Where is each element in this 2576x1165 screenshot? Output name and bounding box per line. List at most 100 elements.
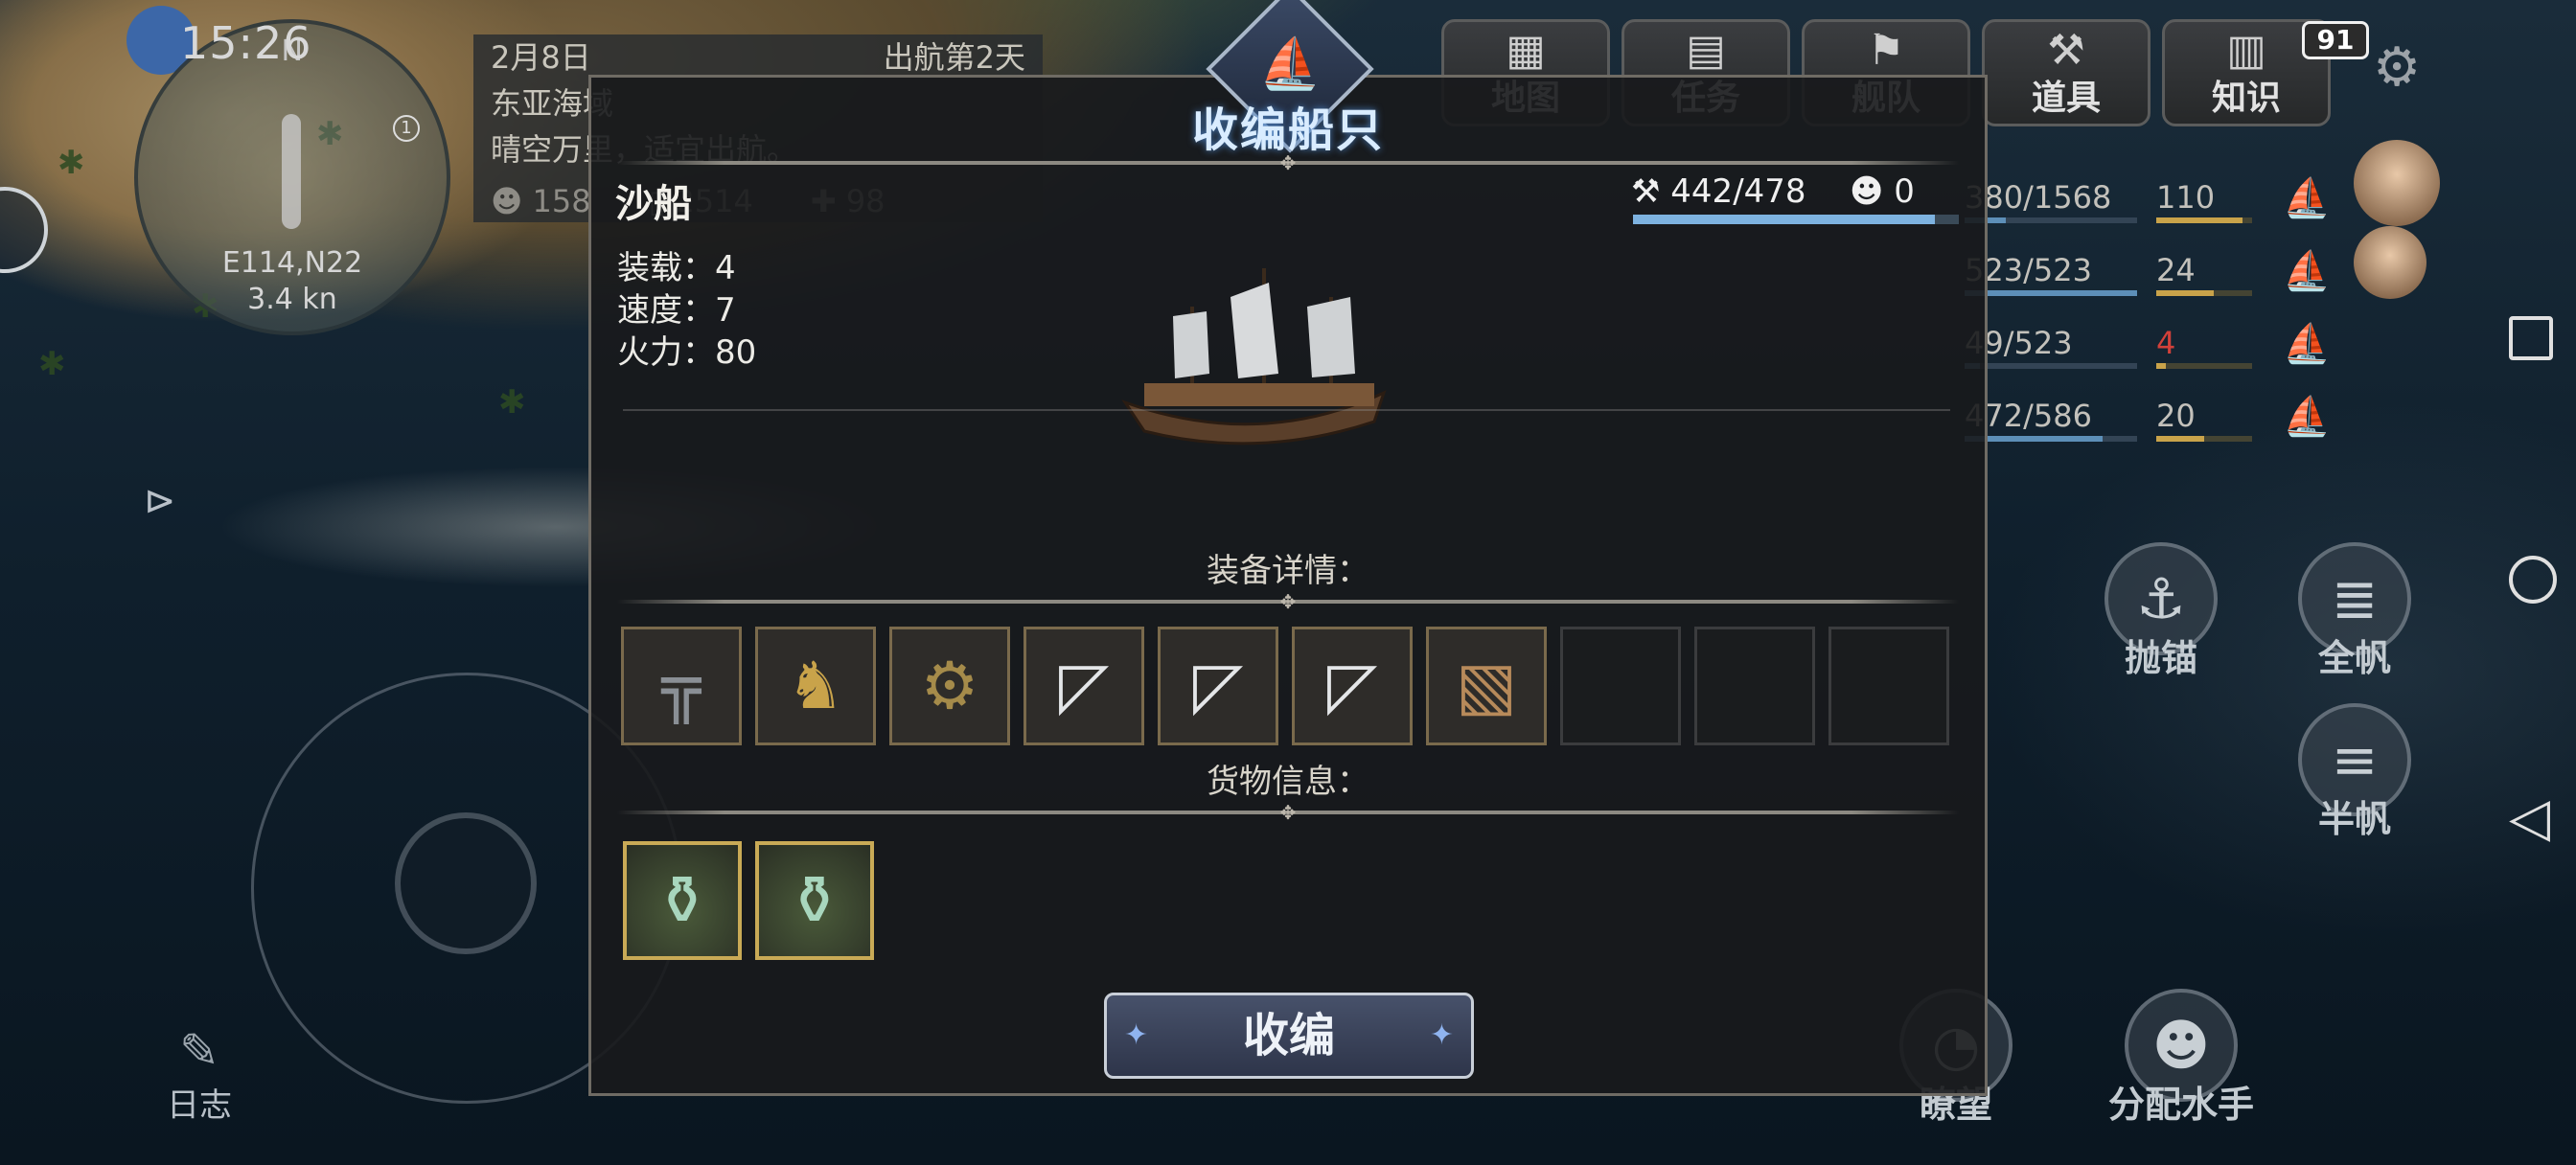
speed-text: 3.4 kn: [247, 283, 337, 316]
recruit-button-label: 收编: [1242, 1009, 1335, 1062]
durability-bar: [1965, 290, 2137, 296]
crew-value: 4: [2156, 325, 2176, 361]
empty-equipment-slot[interactable]: [1560, 627, 1681, 745]
equipment-slots: ╦ ♞ ⚙ ◸ ◸ ◸ ▧: [621, 627, 1949, 745]
scroll-icon: ▤: [1686, 26, 1726, 75]
crew-value: 110: [2156, 179, 2216, 216]
junk-ship-icon: ⛵: [2283, 394, 2331, 439]
equipment-slot[interactable]: ♞: [755, 627, 876, 745]
fleet-row[interactable]: 380/1568 110 ⛵: [1965, 161, 2367, 234]
equipment-slot[interactable]: ╦: [621, 627, 742, 745]
ship-sailors: ☻ 0: [1850, 172, 1915, 211]
quill-icon: ✎: [179, 1023, 219, 1079]
capacity-stat: 装载：4: [617, 249, 736, 287]
assign-sailors-label: 分配水手: [2107, 1084, 2254, 1126]
durability-bar-fill: [1965, 290, 2137, 296]
ship-durability: ⚒ 442/478: [1631, 172, 1806, 211]
battery-indicator: 91: [2302, 21, 2369, 59]
gear-icon[interactable]: ⚙: [2373, 36, 2421, 99]
log-button[interactable]: ✎ 日志: [161, 1023, 238, 1126]
sail-icon: ◸: [1326, 648, 1378, 724]
separator-line: [623, 409, 1950, 411]
voyage-days: 出航第2天: [883, 39, 1025, 76]
recent-apps-button[interactable]: [2509, 316, 2553, 360]
equipment-slot[interactable]: ⚙: [889, 627, 1010, 745]
durability-bar: [1965, 436, 2137, 442]
sailor-icon: ☻: [491, 183, 523, 219]
crew-bar: [2156, 436, 2252, 442]
speed-stat: 速度：7: [617, 291, 736, 330]
anchor-button[interactable]: ⚓ 抛锚: [2080, 542, 2242, 681]
durability-bar: [1633, 215, 1959, 224]
celadon-vase-icon: ⚱: [654, 861, 711, 940]
menu-items-button[interactable]: ⚒ 道具: [1982, 19, 2150, 126]
minimap-coordinates: E114,N22 3.4 kn: [138, 245, 447, 318]
cargo-divider: ✥: [617, 801, 1959, 824]
sparkle-icon: ✦: [1124, 1018, 1149, 1052]
assign-sailors-button[interactable]: ☻ 分配水手: [2076, 989, 2287, 1128]
crew-bar: [2156, 363, 2252, 369]
ship-model-image: [1121, 268, 1387, 445]
equipment-slot[interactable]: ▧: [1426, 627, 1547, 745]
cargo-label: 货物信息：: [1207, 763, 1369, 801]
crew-bar-fill: [2156, 217, 2242, 223]
fleet-durability: 472/586: [1965, 398, 2156, 442]
fleet-row[interactable]: 472/586 20 ⛵: [1965, 379, 2367, 452]
voyage-date: 2月8日: [491, 39, 591, 76]
fleet-crew: 20: [2156, 398, 2271, 442]
title-divider: ✥: [617, 151, 1959, 174]
fleet-durability: 380/1568: [1965, 179, 2156, 223]
crew-value: 20: [2156, 398, 2196, 434]
crew-bar-fill: [2156, 290, 2214, 296]
palm-tree-icon: ✱: [58, 144, 85, 182]
sailor-icon: ☻: [1850, 172, 1884, 211]
cannon-icon: ╦: [661, 648, 702, 724]
home-button[interactable]: [2509, 556, 2557, 604]
half-sail-button[interactable]: ≡ 半帆: [2273, 703, 2436, 842]
empty-equipment-slot[interactable]: [1828, 627, 1949, 745]
fleet-crew: 4: [2156, 325, 2271, 369]
crew-value: 24: [2156, 252, 2196, 288]
back-icon[interactable]: ◁: [2509, 791, 2550, 845]
expand-arrow-icon[interactable]: ⊳: [144, 479, 176, 523]
armor-plate-icon: ▧: [1455, 648, 1518, 724]
cargo-item[interactable]: ⚱: [623, 841, 742, 960]
dragon-figurehead-icon: ♞: [786, 648, 845, 724]
palm-tree-icon: ✱: [38, 345, 66, 383]
captain-portrait[interactable]: [2354, 140, 2440, 226]
fleet-row[interactable]: 49/523 4 ⛵: [1965, 307, 2367, 379]
divider-ornament-icon: ✥: [1279, 151, 1297, 174]
equipment-label: 装备详情：: [1207, 552, 1369, 590]
fleet-row[interactable]: 523/523 24 ⛵: [1965, 234, 2367, 307]
fleet-durability: 49/523: [1965, 325, 2156, 369]
cargo-item[interactable]: ⚱: [755, 841, 874, 960]
full-sail-label: 全帆: [2317, 637, 2391, 679]
log-label: 日志: [167, 1086, 232, 1125]
equipment-slot[interactable]: ◸: [1292, 627, 1413, 745]
empty-equipment-slot[interactable]: [1694, 627, 1815, 745]
full-sail-button[interactable]: ≣ 全帆: [2273, 542, 2436, 681]
ship-name: 沙船: [615, 182, 692, 226]
recruit-button[interactable]: ✦ 收编 ✦: [1104, 993, 1474, 1079]
ship-emblem-icon: ⛵: [1258, 35, 1322, 93]
marker-count-badge: 1: [393, 115, 420, 142]
divider-ornament-icon: ✥: [1279, 801, 1297, 824]
crew-bar: [2156, 290, 2252, 296]
flag-icon: ⚑: [1867, 26, 1905, 75]
joystick-knob[interactable]: [395, 812, 537, 954]
junk-ship-icon: ⛵: [2283, 175, 2331, 220]
fleet-crew: 110: [2156, 179, 2271, 223]
crew-bar-fill: [2156, 363, 2166, 369]
durability-value: 442/478: [1670, 172, 1806, 211]
durability-bar: [1965, 217, 2137, 223]
celadon-vase-icon: ⚱: [786, 861, 843, 940]
officer-portrait[interactable]: [2354, 226, 2426, 299]
crew-stat-value: 158: [532, 183, 591, 219]
equipment-slot[interactable]: ◸: [1024, 627, 1144, 745]
equipment-divider: ✥: [617, 590, 1959, 613]
tools-icon: ⚒: [2047, 26, 2085, 75]
durability-bar: [1965, 363, 2137, 369]
equipment-slot[interactable]: ◸: [1158, 627, 1278, 745]
divider-ornament-icon: ✥: [1279, 590, 1297, 613]
sparkle-icon: ✦: [1429, 1018, 1454, 1052]
